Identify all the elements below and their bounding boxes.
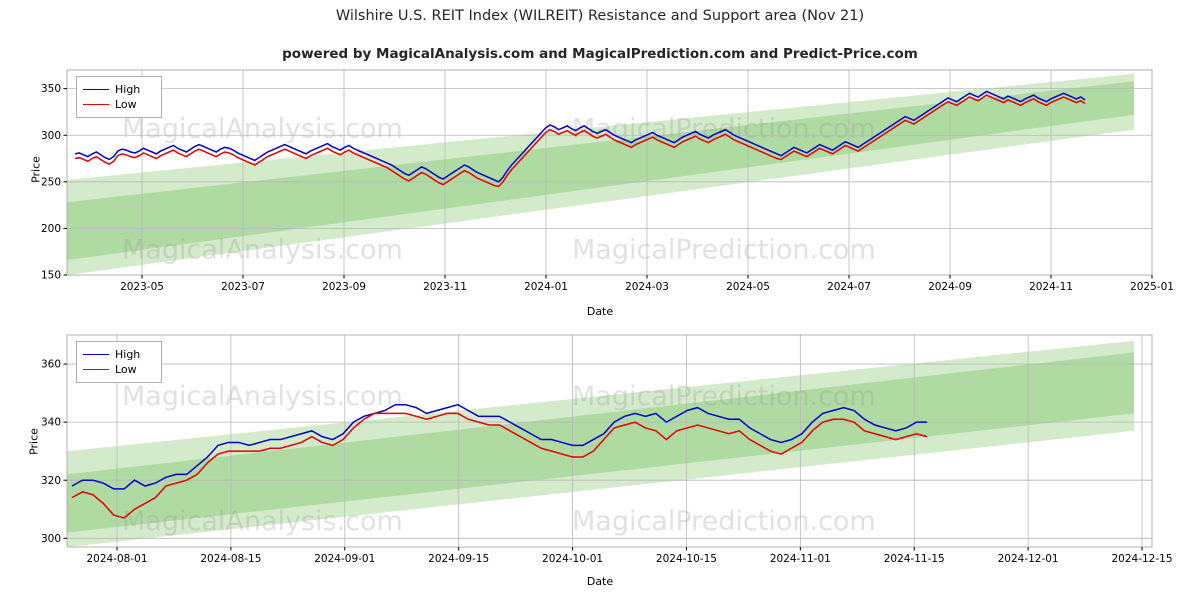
svg-text:2024-12-15: 2024-12-15 (1111, 553, 1172, 565)
svg-text:2024-08-01: 2024-08-01 (86, 553, 147, 565)
svg-text:2023-09: 2023-09 (322, 281, 366, 293)
upper-chart-svg: MagicalAnalysis.com MagicalPrediction.com… (41, 69, 1174, 293)
svg-text:200: 200 (41, 223, 61, 235)
legend-label-high: High (115, 348, 141, 361)
svg-text:MagicalAnalysis.com: MagicalAnalysis.com (122, 381, 403, 412)
legend-line-high (83, 354, 109, 355)
svg-text:300: 300 (41, 130, 61, 142)
svg-text:2023-05: 2023-05 (120, 281, 164, 293)
page-title: Wilshire U.S. REIT Index (WILREIT) Resis… (335, 8, 865, 24)
svg-text:350: 350 (41, 83, 61, 95)
svg-text:150: 150 (41, 270, 61, 282)
legend-line-low (83, 104, 109, 105)
legend-line-high (83, 89, 109, 90)
svg-text:MagicalPrediction.com: MagicalPrediction.com (572, 235, 876, 266)
svg-text:2024-08-15: 2024-08-15 (200, 553, 261, 565)
legend-line-low (83, 369, 109, 370)
svg-text:2024-03: 2024-03 (625, 281, 669, 293)
svg-text:MagicalPrediction.com: MagicalPrediction.com (572, 114, 876, 145)
upper-chart-panel: MagicalAnalysis.com MagicalPrediction.com… (0, 60, 1200, 310)
upper-y-axis-label: Price (29, 156, 43, 183)
svg-text:2024-07: 2024-07 (827, 281, 871, 293)
legend-label-high: High (115, 83, 141, 96)
svg-text:2024-09: 2024-09 (928, 281, 972, 293)
lower-x-axis-label: Date (586, 575, 614, 588)
svg-text:2024-11: 2024-11 (1029, 281, 1073, 293)
svg-text:2025-01: 2025-01 (1130, 281, 1174, 293)
svg-text:360: 360 (41, 359, 61, 371)
svg-text:2024-10-01: 2024-10-01 (542, 553, 603, 565)
svg-text:MagicalAnalysis.com: MagicalAnalysis.com (122, 235, 403, 266)
legend-label-low: Low (115, 363, 137, 376)
svg-text:2023-07: 2023-07 (221, 281, 265, 293)
legend-entry-high: High (83, 82, 154, 97)
svg-text:2024-09-01: 2024-09-01 (314, 553, 375, 565)
upper-legend: High Low (76, 76, 162, 118)
legend-entry-low: Low (83, 362, 154, 377)
upper-x-axis-label: Date (586, 305, 614, 318)
lower-y-axis-label: Price (27, 428, 41, 455)
svg-text:320: 320 (41, 475, 61, 487)
svg-text:MagicalPrediction.com: MagicalPrediction.com (572, 506, 876, 537)
lower-chart-svg: MagicalAnalysis.com MagicalPrediction.com… (41, 334, 1173, 565)
svg-text:340: 340 (41, 417, 61, 429)
svg-text:2023-11: 2023-11 (423, 281, 467, 293)
lower-chart-panel: MagicalAnalysis.com MagicalPrediction.com… (0, 325, 1200, 600)
lower-legend: High Low (76, 341, 162, 383)
svg-text:2024-05: 2024-05 (726, 281, 770, 293)
svg-text:2024-09-15: 2024-09-15 (428, 553, 489, 565)
svg-text:2024-11-01: 2024-11-01 (770, 553, 831, 565)
svg-text:2024-11-15: 2024-11-15 (884, 553, 945, 565)
svg-text:MagicalAnalysis.com: MagicalAnalysis.com (122, 114, 403, 145)
legend-entry-low: Low (83, 97, 154, 112)
svg-text:MagicalAnalysis.com: MagicalAnalysis.com (122, 506, 403, 537)
svg-text:2024-10-15: 2024-10-15 (656, 553, 717, 565)
svg-text:MagicalPrediction.com: MagicalPrediction.com (572, 381, 876, 412)
svg-text:2024-12-01: 2024-12-01 (998, 553, 1059, 565)
legend-entry-high: High (83, 347, 154, 362)
svg-text:2024-01: 2024-01 (524, 281, 568, 293)
svg-text:250: 250 (41, 176, 61, 188)
legend-label-low: Low (115, 98, 137, 111)
svg-text:300: 300 (41, 533, 61, 545)
